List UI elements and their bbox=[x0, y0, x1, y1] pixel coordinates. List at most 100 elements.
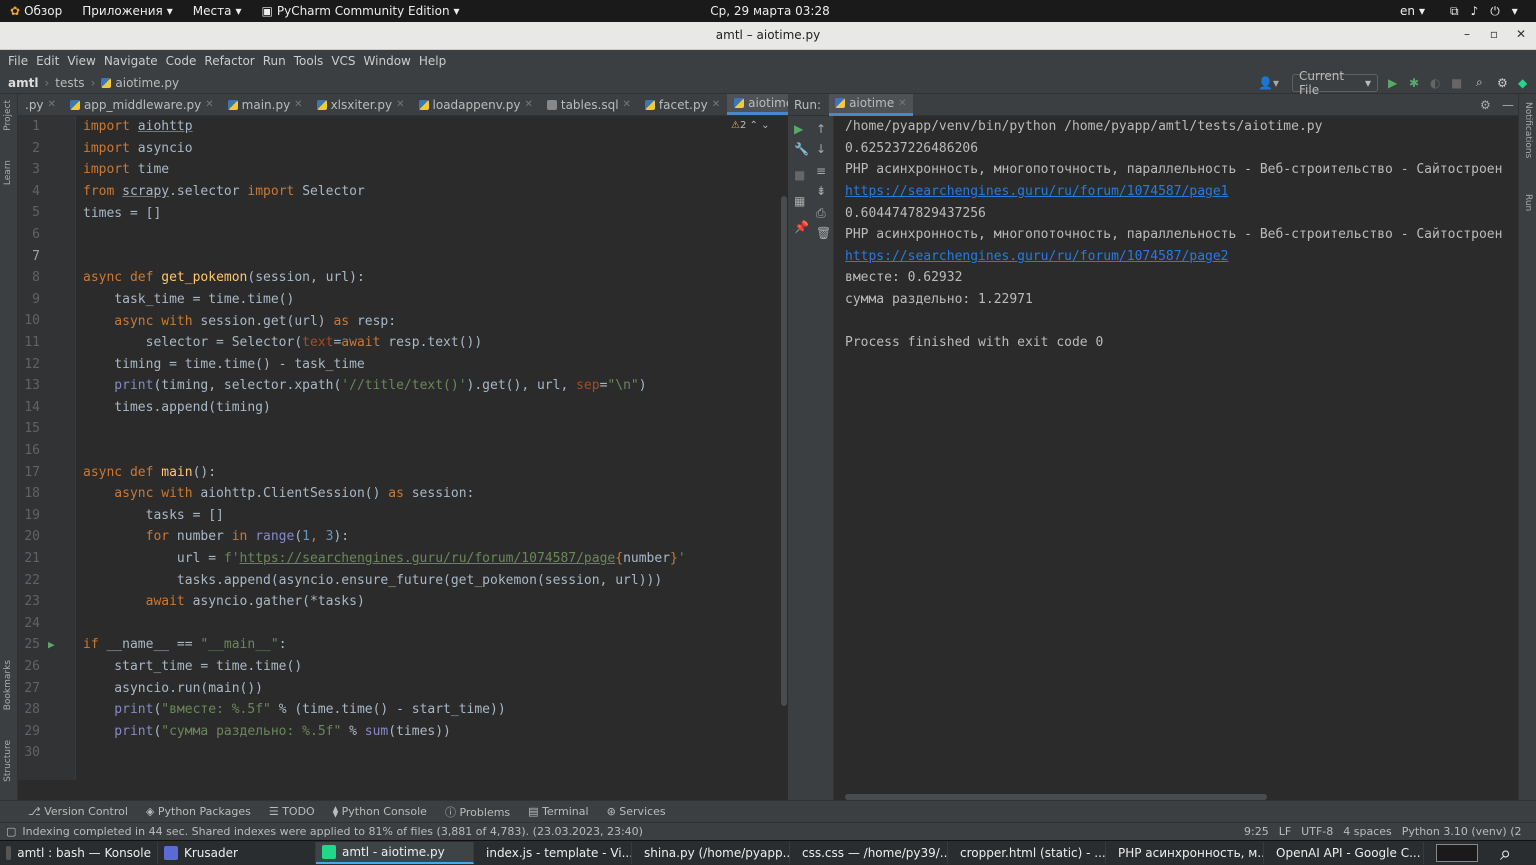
breadcrumb-file[interactable]: aiotime.py bbox=[115, 76, 179, 90]
menu-window[interactable]: Window bbox=[360, 54, 415, 68]
menu-refactor[interactable]: Refactor bbox=[200, 54, 258, 68]
run-icon[interactable]: ▶ bbox=[1388, 76, 1397, 90]
close-icon[interactable]: ✕ bbox=[524, 99, 532, 110]
menu-code[interactable]: Code bbox=[162, 54, 201, 68]
close-icon[interactable]: ✕ bbox=[294, 99, 302, 110]
version-control-tab[interactable]: ⎇ Version Control bbox=[28, 805, 128, 818]
taskbar-konsole[interactable]: amtl : bash — Konsole bbox=[0, 841, 158, 864]
arrow-up-icon[interactable]: ↑ bbox=[816, 122, 826, 136]
taskbar-krusader[interactable]: Krusader bbox=[158, 841, 316, 864]
run-tab-aiotime[interactable]: aiotime ✕ bbox=[829, 93, 913, 116]
user-icon[interactable]: 👤▾ bbox=[1258, 76, 1279, 90]
close-icon[interactable]: ✕ bbox=[712, 99, 720, 110]
menu-help[interactable]: Help bbox=[415, 54, 450, 68]
menu-view[interactable]: View bbox=[63, 54, 99, 68]
run-tool-tab[interactable]: Run bbox=[1523, 194, 1533, 211]
close-icon[interactable]: ✕ bbox=[205, 99, 213, 110]
overview-button[interactable]: ✿ Обзор bbox=[0, 4, 72, 18]
tab-xlsxiter[interactable]: xlsxiter.py ✕ bbox=[310, 94, 412, 115]
stop-icon[interactable]: ■ bbox=[1451, 76, 1462, 90]
project-tool-tab[interactable]: Project bbox=[3, 100, 13, 131]
close-icon[interactable]: ✕ bbox=[1512, 27, 1530, 41]
minimize-icon[interactable]: – bbox=[1458, 27, 1476, 41]
services-tab[interactable]: ⊛ Services bbox=[607, 805, 666, 818]
problems-tab[interactable]: ⓘ Problems bbox=[445, 804, 510, 820]
tab-tables-sql[interactable]: tables.sql ✕ bbox=[540, 94, 638, 115]
tab-facet[interactable]: facet.py ✕ bbox=[638, 94, 727, 115]
coverage-icon[interactable]: ◐ bbox=[1430, 76, 1440, 90]
indent-setting[interactable]: 4 spaces bbox=[1343, 825, 1392, 838]
scrollbar-thumb[interactable] bbox=[781, 196, 787, 706]
maximize-icon[interactable]: ▫ bbox=[1485, 27, 1503, 41]
gear-icon[interactable]: ⚙ bbox=[1497, 76, 1508, 90]
file-encoding[interactable]: UTF-8 bbox=[1301, 825, 1333, 838]
taskbar-editor-shina[interactable]: shina.py (/home/pyapp... bbox=[632, 841, 790, 864]
tab-main[interactable]: main.py ✕ bbox=[221, 94, 310, 115]
console-link[interactable]: https://searchengines.guru/ru/forum/1074… bbox=[845, 249, 1229, 264]
run-config-selector[interactable]: Current File ▾ bbox=[1292, 69, 1378, 97]
language-selector[interactable]: en ▾ bbox=[1390, 4, 1435, 18]
applications-menu[interactable]: Приложения ▾ bbox=[72, 4, 183, 18]
structure-tool-tab[interactable]: Structure bbox=[3, 740, 13, 782]
line-separator[interactable]: LF bbox=[1279, 825, 1291, 838]
taskbar-firefox[interactable]: PHP асинхронность, м... bbox=[1106, 841, 1264, 864]
layout-icon[interactable]: ▦ bbox=[794, 194, 805, 208]
tab-aiotime[interactable]: aiotime.py✕ bbox=[727, 94, 788, 115]
close-icon[interactable]: ✕ bbox=[898, 98, 906, 109]
taskbar-pycharm[interactable]: amtl - aiotime.py bbox=[316, 841, 474, 864]
debug-icon[interactable]: ✱ bbox=[1409, 76, 1419, 90]
code-editor[interactable]: ⚠2 ⌃ ⌄ import aiohttp import asyncio imp… bbox=[77, 116, 779, 780]
editor-scrollbar[interactable] bbox=[780, 116, 788, 780]
menu-vcs[interactable]: VCS bbox=[327, 54, 359, 68]
menu-edit[interactable]: Edit bbox=[32, 54, 63, 68]
close-icon[interactable]: ✕ bbox=[623, 99, 631, 110]
pin-icon[interactable]: 📌 bbox=[794, 220, 809, 234]
inspection-widget[interactable]: ⚠2 ⌃ ⌄ bbox=[731, 120, 770, 131]
tab-app-middleware[interactable]: app_middleware.py ✕ bbox=[63, 94, 221, 115]
arrow-down-icon[interactable]: ↓ bbox=[816, 142, 826, 156]
learn-tool-tab[interactable]: Learn bbox=[3, 160, 13, 185]
soft-wrap-icon[interactable]: ≡ bbox=[816, 164, 826, 178]
run-console[interactable]: /home/pyapp/venv/bin/python /home/pyapp/… bbox=[835, 116, 1518, 800]
status-toggle-icon[interactable]: ▢ bbox=[0, 825, 22, 838]
rerun-icon[interactable]: ▶ bbox=[794, 122, 803, 136]
menu-navigate[interactable]: Navigate bbox=[100, 54, 162, 68]
stop-icon[interactable]: ■ bbox=[794, 168, 805, 182]
minimize-panel-icon[interactable]: — bbox=[1502, 98, 1514, 112]
menu-run[interactable]: Run bbox=[259, 54, 290, 68]
trash-icon[interactable]: 🗑 bbox=[816, 226, 831, 240]
taskbar-cropper[interactable]: cropper.html (static) - ... bbox=[948, 841, 1106, 864]
menu-tools[interactable]: Tools bbox=[290, 54, 328, 68]
breadcrumb-project[interactable]: amtl bbox=[8, 76, 38, 90]
status-message[interactable]: Indexing completed in 44 sec. Shared ind… bbox=[22, 825, 643, 838]
menu-file[interactable]: File bbox=[4, 54, 32, 68]
caret-position[interactable]: 9:25 bbox=[1244, 825, 1269, 838]
breadcrumb-folder[interactable]: tests bbox=[55, 76, 84, 90]
python-console-tab[interactable]: ⧫ Python Console bbox=[333, 805, 427, 818]
tab-py[interactable]: .py ✕ bbox=[18, 94, 63, 115]
gear-icon[interactable]: ⚙ bbox=[1480, 98, 1491, 112]
bookmarks-tool-tab[interactable]: Bookmarks bbox=[3, 660, 13, 710]
tab-loadappenv[interactable]: loadappenv.py ✕ bbox=[412, 94, 540, 115]
print-icon[interactable]: ⎙ bbox=[816, 206, 826, 221]
python-interpreter[interactable]: Python 3.10 (venv) (2 bbox=[1402, 825, 1522, 838]
jetbrains-icon[interactable]: ◆ bbox=[1518, 76, 1527, 90]
clock[interactable]: Ср, 29 марта 03:28 bbox=[700, 4, 840, 18]
taskbar-vscode[interactable]: index.js - template - Vi... bbox=[474, 841, 632, 864]
app-menu[interactable]: ▣ PyCharm Community Edition ▾ bbox=[252, 4, 470, 18]
console-link[interactable]: https://searchengines.guru/ru/forum/1074… bbox=[845, 184, 1229, 199]
close-icon[interactable]: ✕ bbox=[48, 99, 56, 110]
todo-tab[interactable]: ☰ TODO bbox=[269, 805, 315, 818]
close-icon[interactable]: ✕ bbox=[396, 99, 404, 110]
run-gutter-icon[interactable]: ▶ bbox=[48, 638, 55, 651]
notifications-tool-tab[interactable]: Notifications bbox=[1523, 102, 1533, 158]
scroll-to-end-icon[interactable]: ⇟ bbox=[816, 184, 826, 198]
workspace-switcher[interactable] bbox=[1436, 844, 1478, 862]
magnifier-icon[interactable]: ⌕ bbox=[1500, 841, 1511, 865]
search-icon[interactable]: ⌕ bbox=[1476, 75, 1483, 90]
places-menu[interactable]: Места ▾ bbox=[183, 4, 252, 18]
taskbar-chrome[interactable]: OpenAI API - Google C... bbox=[1264, 841, 1424, 864]
wrench-icon[interactable]: 🔧 bbox=[794, 142, 809, 156]
system-tray[interactable]: ⧉ ♪ ⏻ ▾ bbox=[1440, 4, 1528, 19]
taskbar-css-editor[interactable]: css.css — /home/py39/... bbox=[790, 841, 948, 864]
